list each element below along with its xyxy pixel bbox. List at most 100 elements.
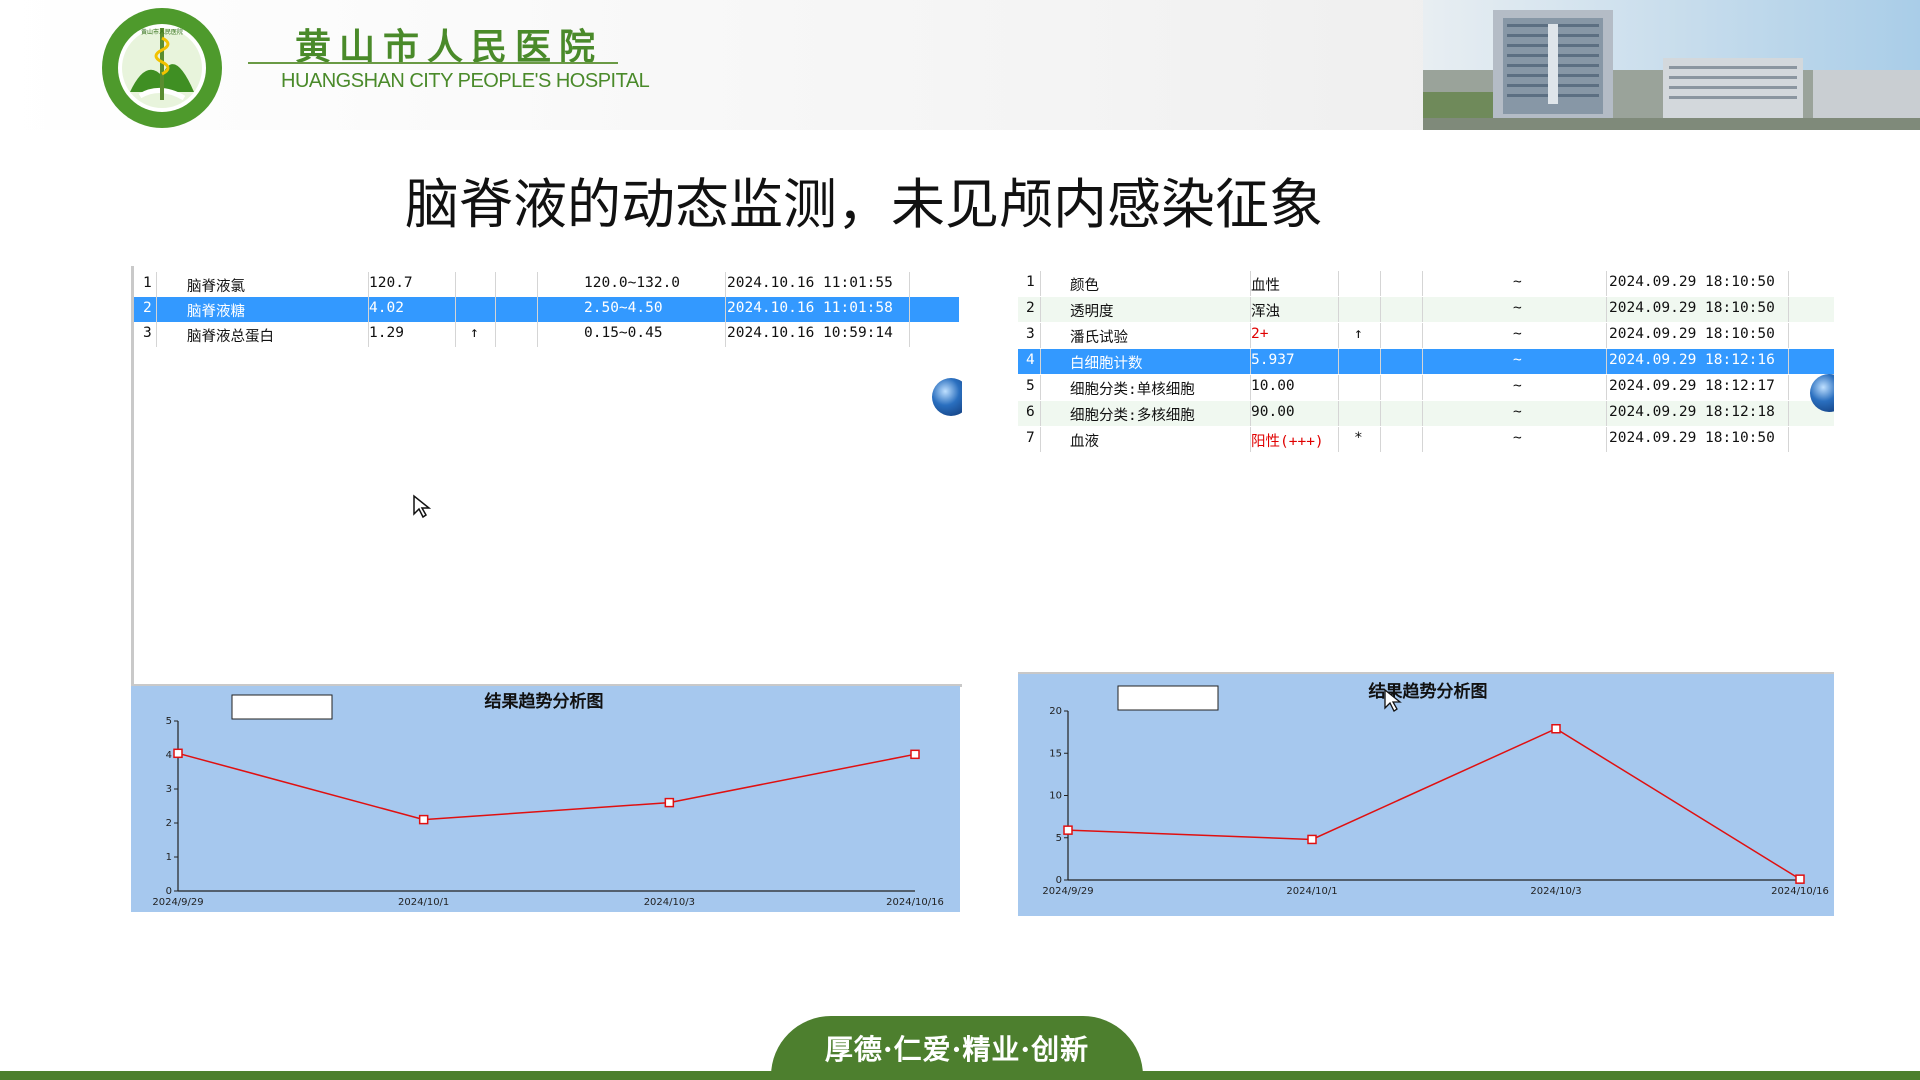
y-tick-label: 10 xyxy=(1049,791,1062,802)
series-line xyxy=(1067,727,1801,880)
x-tick-label: 2024/9/29 xyxy=(1042,886,1093,897)
row-number: 1 xyxy=(1026,274,1035,290)
cell-separator xyxy=(1606,271,1607,296)
cell-separator xyxy=(1380,375,1381,400)
reference-range: ~ xyxy=(1513,430,1522,446)
cell-separator xyxy=(1040,375,1041,400)
result-value: 阳性(+++) xyxy=(1251,434,1324,450)
cell-separator xyxy=(1422,375,1423,400)
footer-motto-tab: 厚德·仁爱·精业·创新 xyxy=(771,1016,1143,1080)
cell-separator xyxy=(455,297,456,322)
cell-separator xyxy=(1338,427,1339,452)
y-tick-label: 3 xyxy=(166,784,172,795)
cell-separator xyxy=(1788,271,1789,296)
y-tick-label: 5 xyxy=(166,716,172,727)
y-tick-label: 1 xyxy=(166,852,172,863)
cell-separator xyxy=(1788,375,1789,400)
cell-separator xyxy=(1380,271,1381,296)
report-time: 2024.10.16 11:01:58 xyxy=(727,300,893,316)
row-number: 2 xyxy=(1026,300,1035,316)
x-tick-label: 2024/10/1 xyxy=(398,897,449,908)
hospital-building-photo xyxy=(1423,0,1920,130)
cell-separator xyxy=(1422,401,1423,426)
row-number: 4 xyxy=(1026,352,1035,368)
item-name: 脑脊液糖 xyxy=(187,304,245,320)
report-time: 2024.09.29 18:10:50 xyxy=(1609,274,1775,290)
table-row[interactable]: 6 细胞分类:多核细胞 90.00 ~2024.09.29 18:12:18 xyxy=(1018,401,1834,426)
cell-separator xyxy=(1338,349,1339,374)
table-row[interactable]: 2 透明度 浑浊 ~2024.09.29 18:10:50 xyxy=(1018,297,1834,322)
data-point xyxy=(664,797,675,808)
report-time: 2024.09.29 18:12:18 xyxy=(1609,404,1775,420)
reference-range: ~ xyxy=(1513,352,1522,368)
table-row[interactable]: 2 脑脊液糖 4.02 2.50~4.50 2024.10.16 11:01:58 xyxy=(134,297,959,322)
table-row[interactable]: 3 潘氏试验 2+ ↑ ~2024.09.29 18:10:50 xyxy=(1018,323,1834,348)
table-row[interactable]: 7 血液 阳性(+++) * ~2024.09.29 18:10:50 xyxy=(1018,427,1834,452)
report-time: 2024.09.29 18:10:50 xyxy=(1609,300,1775,316)
cell-separator xyxy=(1338,401,1339,426)
cell-separator xyxy=(1380,427,1381,452)
table-row[interactable]: 1 脑脊液氯 120.7 120.0~132.0 2024.10.16 11:01:55 xyxy=(134,272,959,297)
result-value: 血性 xyxy=(1251,278,1280,294)
reference-range: ~ xyxy=(1513,326,1522,342)
abnormal-flag: ↑ xyxy=(1354,326,1363,342)
cell-separator xyxy=(1040,401,1041,426)
cell-separator xyxy=(1380,297,1381,322)
cell-separator xyxy=(725,272,726,297)
cell-separator xyxy=(156,297,157,322)
cell-separator xyxy=(1380,323,1381,348)
table-row[interactable]: 4 白细胞计数 5.937 ~2024.09.29 18:12:16 xyxy=(1018,349,1834,374)
cell-separator xyxy=(909,322,910,347)
footer-motto: 厚德·仁爱·精业·创新 xyxy=(824,1033,1090,1066)
cell-separator xyxy=(1606,297,1607,322)
y-tick-label: 20 xyxy=(1049,706,1062,717)
logo-ring-text-cn: 黄山市人民医院 xyxy=(141,28,183,36)
row-number: 7 xyxy=(1026,430,1035,446)
cell-separator xyxy=(1422,427,1423,452)
data-point xyxy=(1795,874,1805,884)
cell-separator xyxy=(495,322,496,347)
item-name: 血液 xyxy=(1070,434,1099,450)
cell-separator xyxy=(1788,427,1789,452)
x-tick-label: 2024/10/16 xyxy=(886,897,944,908)
reference-range: 120.0~132.0 xyxy=(584,275,681,291)
item-name: 颜色 xyxy=(1070,278,1099,294)
result-value: 1.29 xyxy=(369,325,404,341)
assistant-orb-icon[interactable] xyxy=(932,378,962,416)
item-name: 潘氏试验 xyxy=(1070,330,1128,346)
x-tick-label: 2024/10/1 xyxy=(1286,886,1337,897)
table-row[interactable]: 3 脑脊液总蛋白 1.29 ↑ 0.15~0.45 2024.10.16 10:59:14 xyxy=(134,322,959,347)
slide-header: 黄山市人民医院 黄山市人民医院 HUANGSHAN CITY PEOPLE'S … xyxy=(0,0,1920,130)
cell-separator xyxy=(1422,323,1423,348)
trend-chart-right-svg: 结果趋势分析图051015202024/9/29 2024/10/1 2024/10… xyxy=(1042,681,1829,897)
report-time: 2024.09.29 18:12:17 xyxy=(1609,378,1775,394)
table-row[interactable]: 1 颜色 血性 ~2024.09.29 18:10:50 xyxy=(1018,271,1834,296)
item-name: 透明度 xyxy=(1070,304,1114,320)
x-tick-label: 2024/10/3 xyxy=(1530,886,1581,897)
data-point xyxy=(1063,825,1073,835)
reference-range: ~ xyxy=(1513,274,1522,290)
result-value: 10.00 xyxy=(1251,378,1295,394)
cell-separator xyxy=(156,322,157,347)
result-value: 2+ xyxy=(1251,326,1269,342)
item-name: 细胞分类:多核细胞 xyxy=(1070,408,1195,424)
reference-range: ~ xyxy=(1513,300,1522,316)
header-divider xyxy=(248,62,618,64)
data-point xyxy=(1551,723,1561,734)
x-tick-label: 2024/10/16 xyxy=(1771,886,1829,897)
cell-separator xyxy=(1606,427,1607,452)
result-value: 5.937 xyxy=(1251,352,1295,368)
x-tick-label: 2024/10/3 xyxy=(644,897,695,908)
legend-box xyxy=(1117,685,1219,711)
data-point xyxy=(1307,834,1317,845)
cell-separator xyxy=(1338,297,1339,322)
table-row[interactable]: 5 细胞分类:单核细胞 10.00 ~2024.09.29 18:12:17 xyxy=(1018,375,1834,400)
reference-range: ~ xyxy=(1513,378,1522,394)
hospital-logo: 黄山市人民医院 xyxy=(102,8,222,128)
item-name: 脑脊液总蛋白 xyxy=(187,329,274,345)
cell-separator xyxy=(1788,401,1789,426)
cell-separator xyxy=(1040,427,1041,452)
data-point xyxy=(910,749,920,760)
cell-separator xyxy=(1606,375,1607,400)
result-value: 浑浊 xyxy=(1251,304,1280,320)
